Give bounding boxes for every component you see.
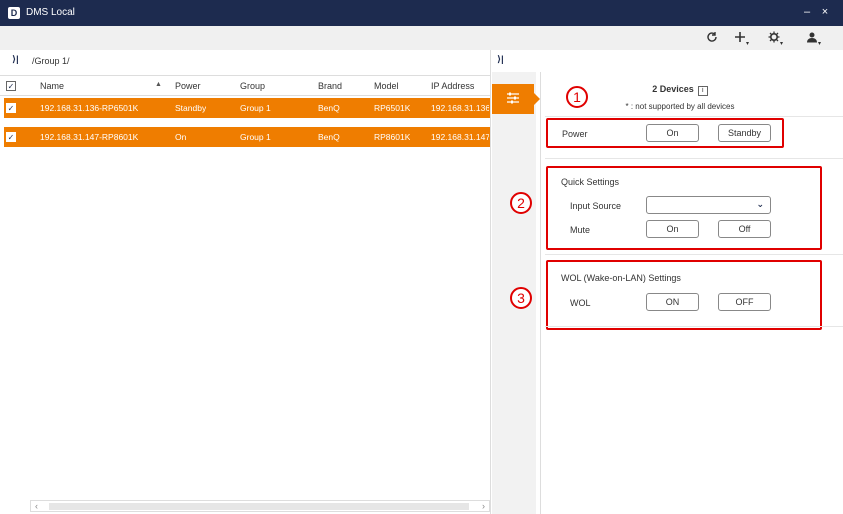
breadcrumb-path: /Group 1/ [32, 56, 70, 66]
quick-settings-title: Quick Settings [561, 177, 620, 187]
column-header-brand[interactable]: Brand [318, 81, 342, 91]
minimize-button[interactable]: – [800, 5, 814, 19]
select-all-checkbox[interactable]: ✓ [6, 81, 16, 91]
scroll-left-icon[interactable]: ‹ [35, 501, 38, 511]
cell-ip: 192.168.31.136 [431, 103, 489, 113]
chevron-down-icon: ⌄ [756, 199, 764, 209]
power-on-button[interactable]: On [646, 124, 699, 142]
callout-number-1: 1 [566, 86, 588, 108]
info-icon[interactable]: i [697, 86, 708, 96]
sort-asc-icon: ▲ [155, 81, 162, 88]
wol-label: WOL [570, 298, 591, 308]
column-header-model[interactable]: Model [374, 81, 399, 91]
cell-model: RP6501K [374, 103, 411, 113]
section-divider [545, 326, 843, 327]
gear-icon[interactable]: ▾ [768, 31, 783, 47]
row-checkbox[interactable]: ✓ [6, 132, 16, 142]
wol-off-button[interactable]: OFF [718, 293, 771, 311]
sliders-icon [507, 92, 519, 104]
wol-on-button[interactable]: ON [646, 293, 699, 311]
wol-settings-title: WOL (Wake-on-LAN) Settings [561, 273, 681, 283]
table-header: ✓ Name ▲ Power Group Brand Model IP Addr… [0, 76, 490, 96]
power-label: Power [562, 129, 588, 139]
collapse-tree-icon[interactable]: ⟩| [12, 54, 19, 65]
title-bar: D DMS Local – × [0, 0, 843, 26]
horizontal-scrollbar[interactable]: ‹ › [30, 500, 490, 512]
support-note: * : not supported by all devices [625, 102, 735, 111]
cell-brand: BenQ [318, 103, 340, 113]
table-row[interactable]: ✓ 192.168.31.147-RP8601K On Group 1 BenQ… [4, 127, 490, 147]
mute-on-button[interactable]: On [646, 220, 699, 238]
column-header-power[interactable]: Power [175, 81, 201, 91]
plus-icon[interactable]: ▾ [734, 31, 749, 47]
user-icon[interactable]: ▾ [806, 31, 821, 47]
column-header-ip[interactable]: IP Address [431, 81, 474, 91]
pane-divider [490, 50, 491, 514]
cell-group: Group 1 [240, 132, 271, 142]
input-source-select[interactable]: ⌄ [646, 196, 771, 214]
device-count-label: 2 Devices [652, 84, 694, 94]
cell-group: Group 1 [240, 103, 271, 113]
input-source-label: Input Source [570, 201, 622, 211]
window-title: DMS Local [26, 7, 75, 18]
cell-brand: BenQ [318, 132, 340, 142]
app-logo: D [8, 7, 20, 19]
section-divider [545, 158, 843, 159]
settings-tab[interactable] [492, 84, 534, 114]
cell-power: On [175, 132, 187, 142]
section-divider [545, 254, 843, 255]
table-row[interactable]: ✓ 192.168.31.136-RP6501K Standby Group 1… [4, 98, 490, 118]
mute-label: Mute [570, 225, 591, 235]
close-button[interactable]: × [818, 5, 832, 19]
scroll-thumb[interactable] [49, 503, 469, 510]
power-standby-button[interactable]: Standby [718, 124, 771, 142]
collapse-panel-icon[interactable]: ⟩| [497, 54, 504, 65]
device-table: ✓ Name ▲ Power Group Brand Model IP Addr… [0, 75, 490, 505]
cell-ip: 192.168.31.147 [431, 132, 489, 142]
cell-model: RP8601K [374, 132, 411, 142]
panel-divider [540, 72, 541, 514]
cell-name: 192.168.31.136-RP6501K [40, 103, 139, 113]
column-header-group[interactable]: Group [240, 81, 265, 91]
cell-name: 192.168.31.147-RP8601K [40, 132, 139, 142]
scroll-right-icon[interactable]: › [482, 501, 485, 511]
callout-number-2: 2 [510, 192, 532, 214]
toolbar: ▾ ▾ ▾ [0, 26, 843, 50]
breadcrumb: ⟩| /Group 1/ [0, 52, 490, 70]
mute-off-button[interactable]: Off [718, 220, 771, 238]
device-count: 2 Devices i [600, 84, 760, 96]
row-checkbox[interactable]: ✓ [6, 103, 16, 113]
section-divider [545, 116, 843, 117]
callout-number-3: 3 [510, 287, 532, 309]
cell-power: Standby [175, 103, 207, 113]
column-header-name[interactable]: Name [40, 81, 64, 91]
refresh-icon[interactable] [706, 31, 718, 45]
